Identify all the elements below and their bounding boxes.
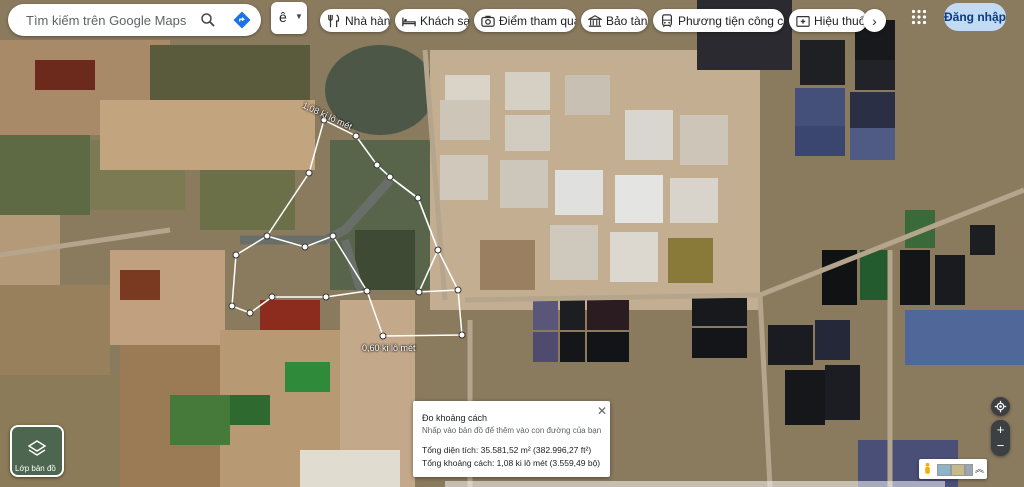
search-box — [8, 4, 261, 36]
chip-label: Phương tiện công cộng — [678, 13, 784, 28]
close-icon[interactable]: ✕ — [597, 404, 607, 418]
pegman-icon[interactable] — [923, 462, 932, 475]
layers-icon — [28, 440, 46, 456]
museum-icon — [588, 14, 602, 27]
expand-icon[interactable]: ︽ — [975, 462, 984, 475]
language-selector[interactable]: ê ▼ — [271, 2, 307, 34]
layers-button[interactable]: Lớp bản đồ — [10, 425, 64, 477]
chips-next-button[interactable]: › — [863, 9, 886, 32]
wetland — [325, 45, 440, 290]
my-location-icon — [994, 400, 1007, 413]
measure-total-distance: Tổng khoảng cách: 1,08 ki lô mét (3.559,… — [422, 458, 601, 468]
measure-title: Đo khoảng cách — [422, 413, 488, 423]
hotel-icon — [402, 17, 416, 26]
imagery-thumbnail[interactable] — [951, 464, 965, 476]
apps-grid-icon[interactable] — [911, 9, 927, 25]
directions-icon[interactable] — [233, 11, 251, 29]
chip-label: Bảo tàng — [606, 13, 648, 28]
sign-in-button[interactable]: Đăng nhập — [944, 3, 1006, 31]
chip-museums[interactable]: Bảo tàng — [581, 9, 648, 32]
chip-restaurants[interactable]: Nhà hàng — [320, 9, 390, 32]
zoom-out-button[interactable]: − — [997, 438, 1005, 454]
chip-label: Hiệu thuốc — [814, 13, 867, 28]
search-icon[interactable] — [199, 11, 217, 29]
measure-total-area: Tổng diện tích: 35.581,52 m² (382.996,27… — [422, 445, 592, 455]
measure-distance-panel: Đo khoảng cách Nhấp vào bản đồ để thêm v… — [413, 401, 610, 477]
measure-hint: Nhấp vào bản đồ để thêm vào con đường củ… — [422, 426, 602, 435]
language-value: ê — [279, 9, 287, 25]
zoom-in-button[interactable]: + — [997, 422, 1005, 438]
chevron-right-icon: › — [872, 12, 877, 29]
bottom-right-toolbar: ︽ — [919, 459, 987, 479]
chip-attractions[interactable]: Điểm tham quan — [474, 9, 576, 32]
imagery-thumbnail[interactable] — [937, 464, 951, 476]
layers-label: Lớp bản đồ — [15, 464, 56, 473]
chip-pharmacies[interactable]: Hiệu thuốc — [789, 9, 867, 32]
pharmacy-icon — [796, 15, 810, 27]
chip-label: Nhà hàng — [345, 13, 390, 28]
chip-hotels[interactable]: Khách sạn — [395, 9, 469, 32]
salt-fields — [430, 50, 760, 310]
chevron-down-icon: ▼ — [295, 12, 303, 21]
imagery-thumbnail[interactable] — [965, 464, 973, 476]
zoom-controls: + − — [991, 420, 1010, 456]
chip-label: Điểm tham quan — [499, 13, 576, 28]
my-location-button[interactable] — [991, 397, 1010, 416]
search-input[interactable] — [24, 11, 198, 29]
restaurant-icon — [328, 13, 340, 27]
camera-icon — [481, 15, 495, 27]
chip-label: Khách sạn — [420, 13, 469, 28]
distance-label-bottom: 0,60 ki lô mét — [362, 343, 416, 353]
attribution-bar — [445, 481, 945, 487]
transit-icon — [662, 13, 672, 27]
chip-transit[interactable]: Phương tiện công cộng — [653, 9, 784, 32]
